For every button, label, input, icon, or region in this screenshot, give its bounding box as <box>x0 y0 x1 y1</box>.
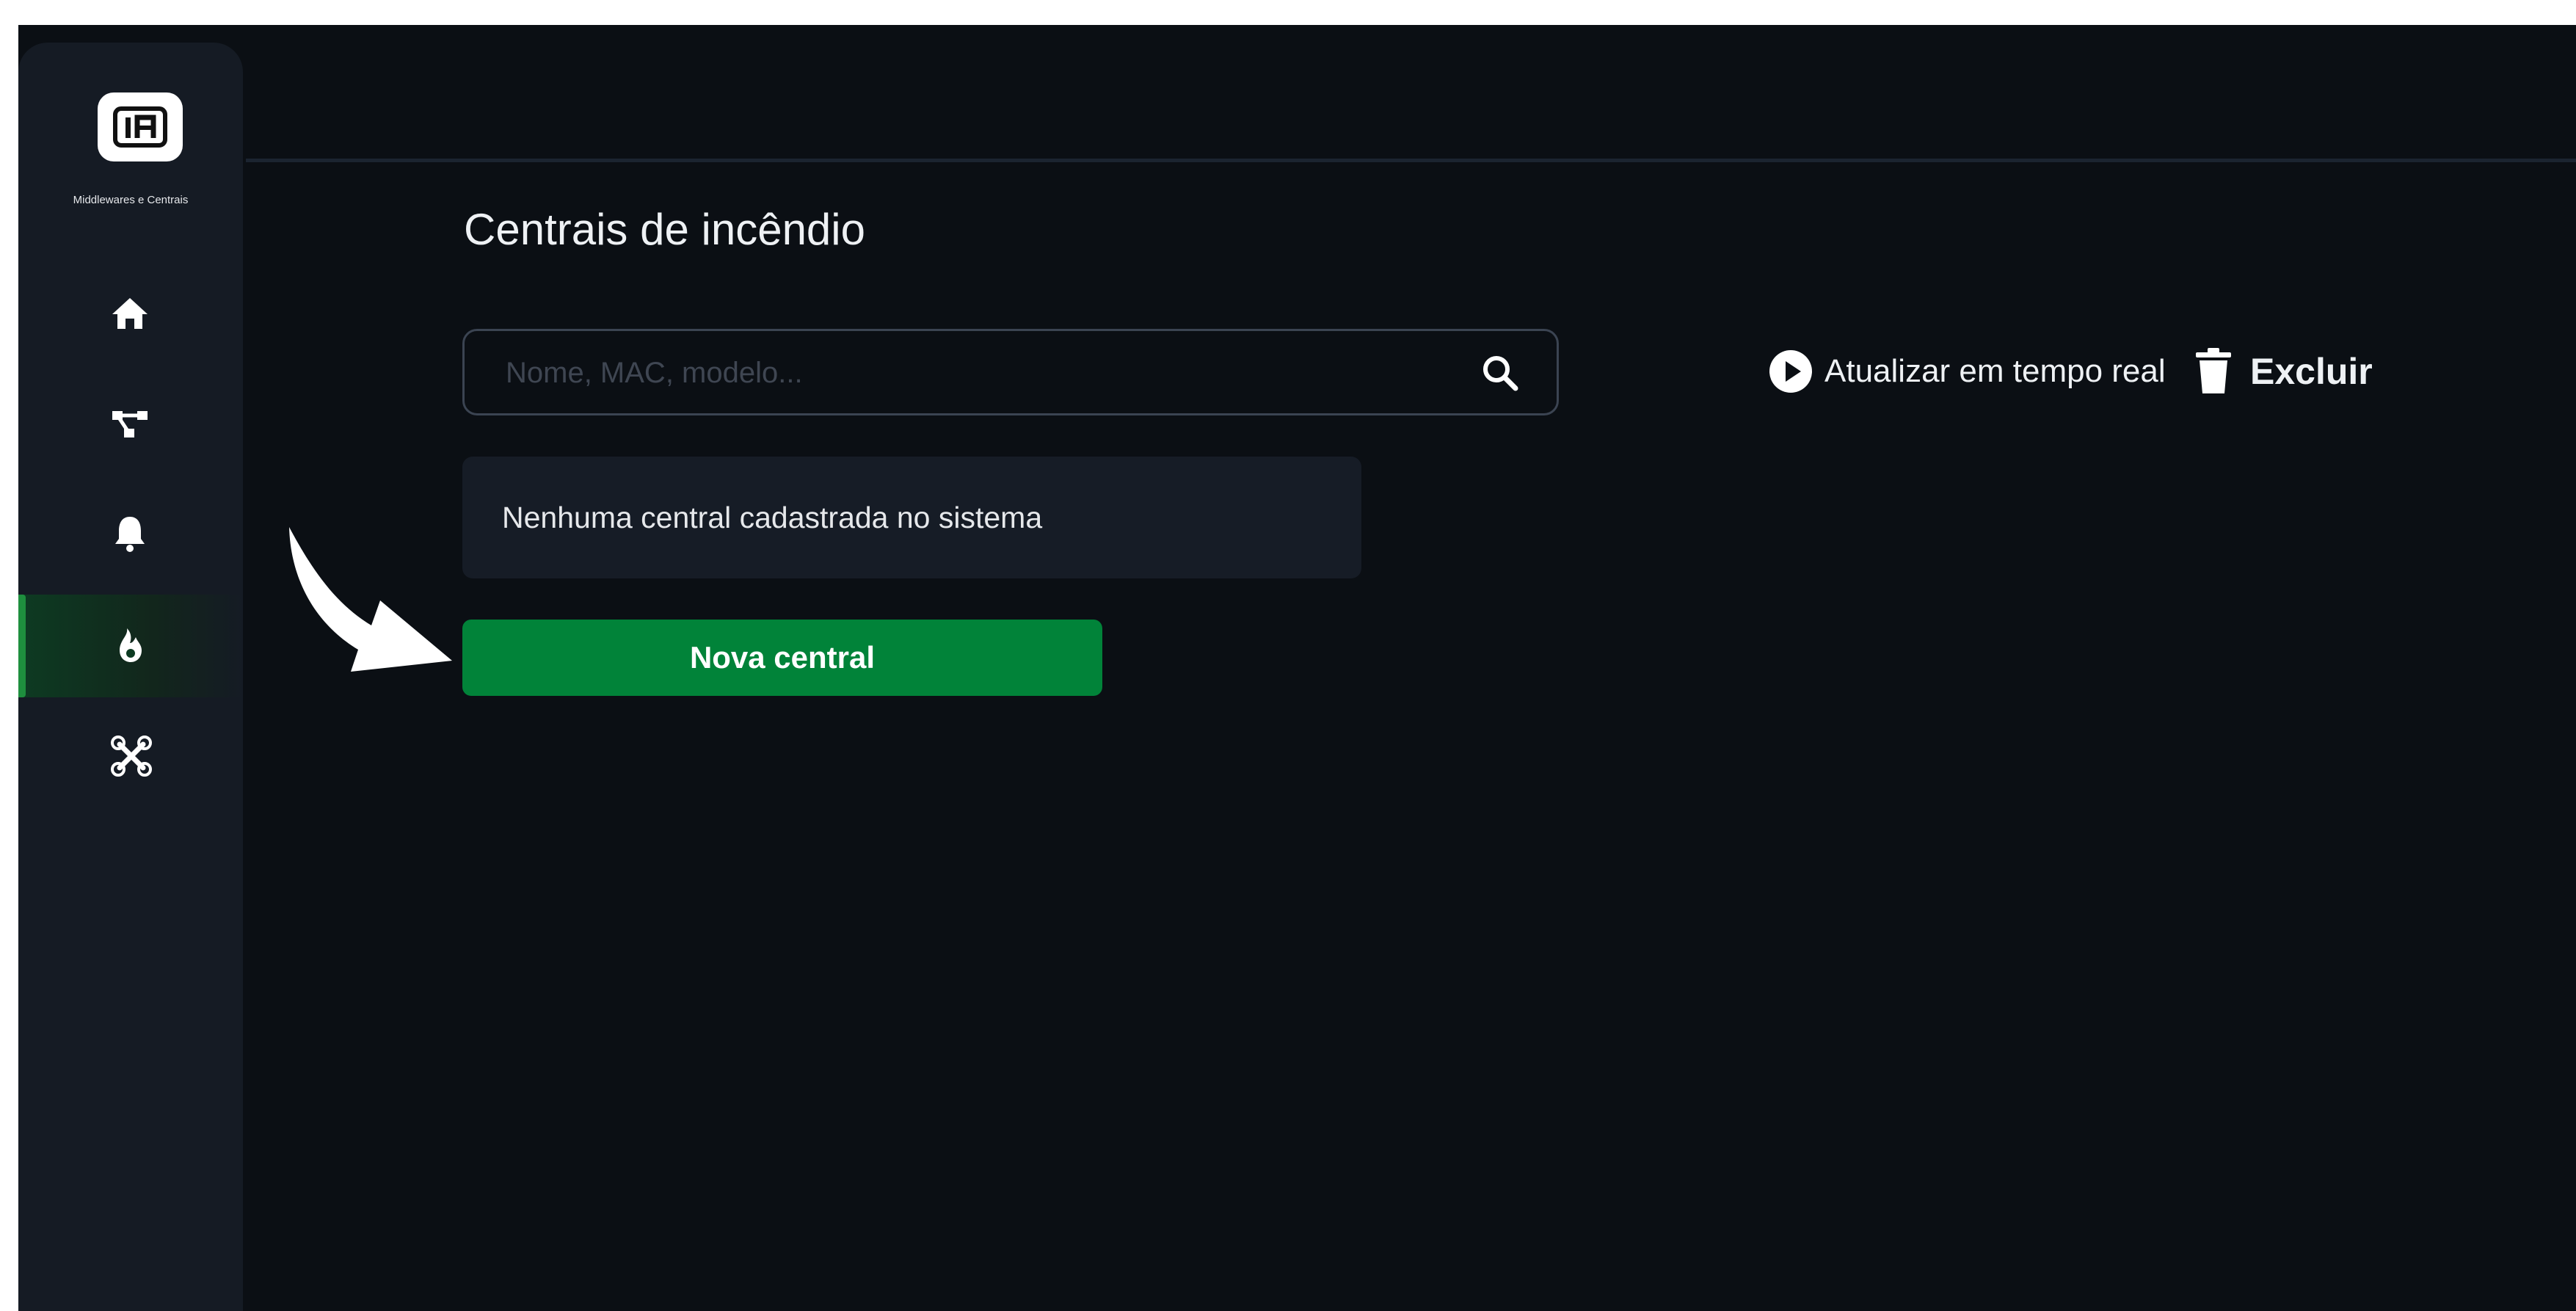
page-title: Centrais de incêndio <box>464 205 866 254</box>
logo-icon <box>113 106 167 148</box>
search-input[interactable] <box>504 331 1461 415</box>
sidebar: Middlewares e Centrais <box>18 43 243 1311</box>
delete-button[interactable]: Excluir <box>2194 342 2373 401</box>
brand-label: Middlewares e Centrais <box>73 194 189 206</box>
sidebar-item-devices[interactable] <box>18 705 243 807</box>
logo[interactable] <box>98 92 183 161</box>
pointer-arrow-icon <box>289 527 452 672</box>
network-icon <box>112 411 148 437</box>
empty-state-box: Nenhuma central cadastrada no sistema <box>462 457 1361 578</box>
delete-label: Excluir <box>2250 351 2373 392</box>
trash-icon <box>2196 348 2231 393</box>
flame-icon <box>120 628 142 662</box>
sidebar-item-network[interactable] <box>18 373 243 476</box>
empty-state-message: Nenhuma central cadastrada no sistema <box>502 501 1043 534</box>
live-update-label: Atualizar em tempo real <box>1824 353 2166 389</box>
home-icon <box>112 298 148 329</box>
sidebar-item-fire-panels[interactable] <box>18 595 243 697</box>
top-bar <box>246 25 2576 162</box>
new-central-button[interactable]: Nova central <box>462 620 1102 696</box>
sidebar-item-alarms[interactable] <box>18 483 243 586</box>
drone-icon <box>111 736 152 777</box>
sidebar-item-home[interactable] <box>18 263 243 366</box>
bell-icon <box>115 517 145 552</box>
play-circle-icon <box>1769 350 1812 393</box>
live-update-button[interactable]: Atualizar em tempo real <box>1767 342 2166 401</box>
search-icon[interactable] <box>1480 353 1520 393</box>
search-box[interactable] <box>462 329 1559 415</box>
